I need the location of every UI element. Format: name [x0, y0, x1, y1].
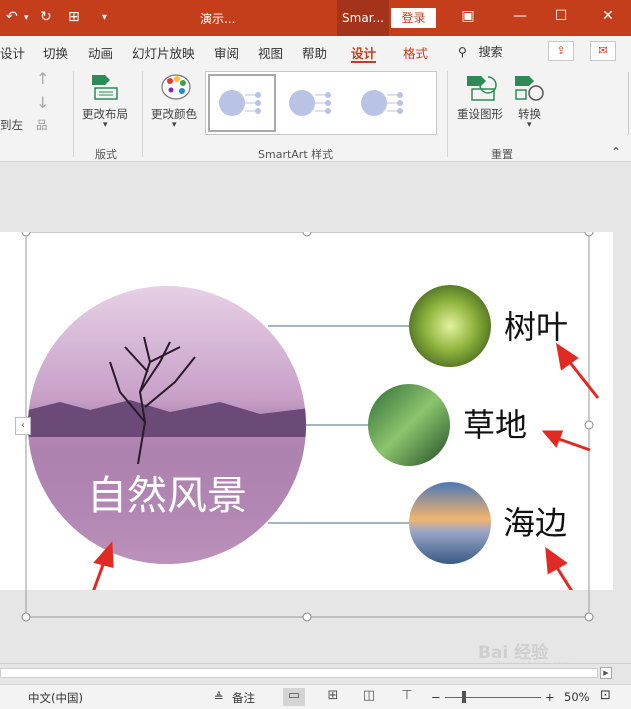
- close-icon[interactable]: ✕: [598, 8, 618, 24]
- redo-icon[interactable]: ↻: [40, 9, 52, 25]
- smartart-context-tab: Smar...: [337, 0, 389, 36]
- document-title: 演示...: [200, 12, 236, 26]
- tab-format[interactable]: 格式: [403, 43, 428, 62]
- ribbon-display-icon[interactable]: ▣: [458, 8, 478, 24]
- reset-graphic-icon[interactable]: [466, 73, 498, 103]
- zoom-out-icon[interactable]: −: [431, 690, 441, 704]
- change-colors-dropdown-icon[interactable]: ▾: [172, 120, 177, 130]
- zoom-slider[interactable]: [445, 697, 541, 698]
- undo-dropdown-icon[interactable]: ▾: [24, 13, 29, 23]
- zoom-level[interactable]: 50%: [564, 690, 590, 704]
- hierarchy-icon[interactable]: 品: [36, 117, 48, 133]
- item-label-leaves[interactable]: 树叶: [504, 308, 568, 346]
- tab-help[interactable]: 帮助: [302, 43, 327, 62]
- scrollbar-thumb[interactable]: [0, 668, 598, 678]
- right-to-left-button[interactable]: 到左: [0, 117, 23, 133]
- change-layout-dropdown-icon[interactable]: ▾: [103, 120, 108, 130]
- convert-dropdown-icon[interactable]: ▾: [527, 120, 532, 130]
- reset-graphic-button[interactable]: 重设图形: [457, 106, 503, 122]
- start-presentation-icon[interactable]: ⊞: [68, 9, 80, 25]
- notes-icon[interactable]: ≜: [214, 690, 224, 704]
- tab-slideshow[interactable]: 幻灯片放映: [132, 43, 195, 62]
- ribbon-separator: [142, 71, 143, 157]
- seaside-image[interactable]: [409, 482, 491, 564]
- tab-transitions[interactable]: 切换: [43, 43, 68, 62]
- convert-icon[interactable]: [514, 73, 546, 103]
- fit-to-window-icon[interactable]: ⊡: [600, 688, 611, 703]
- ribbon-separator: [73, 71, 74, 157]
- customize-toolbar-icon[interactable]: ▾: [102, 12, 107, 23]
- gallery-style-3[interactable]: [352, 74, 420, 132]
- slideshow-view-icon[interactable]: ⊤: [396, 688, 418, 706]
- tab-smartart-design[interactable]: 设计: [351, 43, 377, 63]
- smartart-styles-gallery: ▲ ▼ ▼: [205, 71, 629, 135]
- language-indicator[interactable]: 中文(中国): [28, 690, 83, 706]
- tab-animations[interactable]: 动画: [88, 43, 113, 62]
- zoom-slider-knob[interactable]: [462, 691, 466, 703]
- ribbon-separator: [447, 71, 448, 157]
- smartart-styles-group-label: SmartArt 样式: [258, 148, 334, 161]
- tab-design[interactable]: 设计: [0, 43, 25, 62]
- main-label[interactable]: 自然风景: [87, 473, 247, 519]
- reading-view-icon[interactable]: ◫: [358, 688, 380, 706]
- ribbon-tabs: 设计 切换 动画 幻灯片放映 审阅 视图 帮助 设计 格式 ⚲ 搜索 ⇪ ✉: [0, 36, 631, 65]
- title-bar: ↶ ▾ ↻ ⊞ ▾ 演示... Smar... 登录 ▣ — ☐ ✕: [0, 0, 631, 36]
- restore-icon[interactable]: ☐: [551, 8, 571, 24]
- undo-icon[interactable]: ↶: [6, 9, 18, 25]
- tab-review[interactable]: 审阅: [214, 43, 239, 62]
- collapse-ribbon-icon[interactable]: ⌃: [611, 145, 621, 159]
- ribbon: ↑ ↓ 到左 品 更改布局 ▾ 版式 更改颜色 ▾ SmartArt 样式 重设…: [0, 65, 631, 162]
- search-icon: ⚲: [458, 45, 467, 59]
- palette-icon[interactable]: [160, 71, 192, 103]
- move-up-icon[interactable]: ↑: [36, 69, 49, 88]
- leaves-image[interactable]: [409, 285, 491, 367]
- bottom-selection-handles[interactable]: [0, 590, 613, 624]
- grass-image[interactable]: [368, 384, 450, 466]
- slide-sorter-icon[interactable]: ⊞: [322, 688, 344, 706]
- scroll-right-icon[interactable]: ▶: [600, 667, 612, 679]
- comment-icon[interactable]: ✉: [590, 41, 616, 61]
- gallery-style-2[interactable]: [280, 74, 348, 132]
- layout-group-label: 版式: [95, 148, 117, 161]
- normal-view-icon[interactable]: ▭: [283, 688, 305, 706]
- item-label-seaside[interactable]: 海边: [503, 504, 567, 542]
- notes-button[interactable]: 备注: [232, 690, 255, 706]
- zoom-in-icon[interactable]: +: [545, 690, 555, 704]
- change-layout-icon[interactable]: [91, 73, 121, 101]
- gallery-style-1[interactable]: [208, 74, 276, 132]
- search-box[interactable]: ⚲ 搜索: [458, 43, 503, 60]
- horizontal-scrollbar[interactable]: ▶: [0, 663, 631, 683]
- tab-view[interactable]: 视图: [258, 43, 283, 62]
- item-label-grass[interactable]: 草地: [463, 406, 527, 444]
- share-icon[interactable]: ⇪: [548, 41, 574, 61]
- search-label: 搜索: [478, 45, 503, 59]
- prev-slide-icon[interactable]: ‹: [15, 417, 31, 435]
- status-bar: 中文(中国) ≜ 备注 ▭ ⊞ ◫ ⊤ − + 50% ⊡: [0, 684, 631, 709]
- smartart-graphic[interactable]: 自然风景 树叶 草地 海边: [0, 232, 613, 590]
- move-down-icon[interactable]: ↓: [36, 93, 49, 112]
- minimize-icon[interactable]: —: [510, 8, 530, 24]
- reset-group-label: 重置: [491, 148, 513, 161]
- slide-canvas: 自然风景 树叶 草地 海边: [0, 232, 613, 590]
- login-button[interactable]: 登录: [391, 8, 436, 28]
